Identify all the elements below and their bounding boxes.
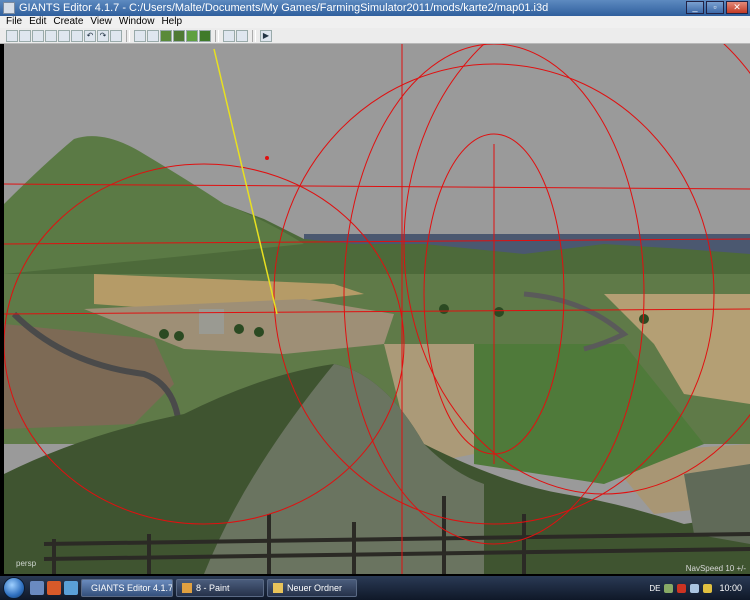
title-bar: GIANTS Editor 4.1.7 - C:/Users/Malte/Doc… — [0, 0, 750, 16]
menu-file[interactable]: File — [6, 16, 22, 28]
gizmo-point — [265, 156, 269, 160]
menu-view[interactable]: View — [90, 16, 112, 28]
select-icon[interactable] — [134, 29, 146, 42]
taskbar-item-giants-editor[interactable]: GIANTS Editor 4.1.7 ... — [81, 579, 173, 597]
task-label: GIANTS Editor 4.1.7 ... — [91, 583, 173, 593]
play-icon[interactable]: ▶ — [260, 29, 272, 42]
taskbar-item-folder[interactable]: Neuer Ordner — [267, 579, 357, 597]
scene-render — [4, 44, 750, 574]
terrain-paint-icon[interactable] — [160, 29, 172, 42]
start-button[interactable] — [3, 577, 25, 599]
toolbar-separator — [126, 29, 130, 42]
toolbar: ↶ ↷ ▶ — [0, 28, 750, 44]
camera-icon[interactable] — [236, 29, 248, 42]
redo-icon[interactable]: ↷ — [97, 29, 109, 42]
system-tray: DE 10:00 — [649, 576, 750, 600]
3d-viewport[interactable]: persp NavSpeed 10 +/- — [4, 44, 750, 574]
window-title: GIANTS Editor 4.1.7 - C:/Users/Malte/Doc… — [19, 2, 549, 14]
toolbar-separator — [215, 29, 219, 42]
show-desktop-icon[interactable] — [30, 581, 44, 595]
terrain-sculpt-icon[interactable] — [173, 29, 185, 42]
save-as-icon[interactable] — [45, 29, 57, 42]
snap-icon[interactable] — [223, 29, 235, 42]
menu-window[interactable]: Window — [119, 16, 155, 28]
maximize-button[interactable]: ▫ — [706, 1, 724, 14]
undo-icon[interactable]: ↶ — [84, 29, 96, 42]
save-icon[interactable] — [32, 29, 44, 42]
volume-icon[interactable] — [690, 583, 700, 593]
giants-app-icon — [3, 2, 15, 14]
taskbar: GIANTS Editor 4.1.7 ... 8 - Paint Neuer … — [0, 576, 750, 600]
open-file-icon[interactable] — [19, 29, 31, 42]
task-label: Neuer Ordner — [287, 583, 343, 593]
navspeed-readout: NavSpeed 10 +/- — [685, 564, 746, 573]
close-button[interactable]: ✕ — [726, 1, 748, 14]
antivirus-icon[interactable] — [677, 583, 687, 593]
task-label: 8 - Paint — [196, 583, 230, 593]
paint-icon — [182, 583, 192, 593]
language-indicator[interactable]: DE — [649, 584, 660, 593]
explorer-icon[interactable] — [64, 581, 78, 595]
tree-icon[interactable] — [199, 29, 211, 42]
clock: 10:00 — [719, 583, 742, 593]
menu-help[interactable]: Help — [161, 16, 182, 28]
toolbar-separator — [252, 29, 256, 42]
window-controls: _ ▫ ✕ — [686, 1, 748, 14]
update-icon[interactable] — [703, 583, 713, 593]
menu-bar: File Edit Create View Window Help — [0, 16, 750, 28]
export-icon[interactable] — [58, 29, 70, 42]
menu-create[interactable]: Create — [53, 16, 83, 28]
minimize-button[interactable]: _ — [686, 1, 704, 14]
camera-label: persp — [16, 559, 37, 568]
browser-icon[interactable] — [47, 581, 61, 595]
network-icon[interactable] — [664, 583, 674, 593]
new-file-icon[interactable] — [6, 29, 18, 42]
folder-icon — [273, 583, 283, 593]
foliage-icon[interactable] — [186, 29, 198, 42]
import-icon[interactable] — [71, 29, 83, 42]
taskbar-item-paint[interactable]: 8 - Paint — [176, 579, 264, 597]
refresh-icon[interactable] — [110, 29, 122, 42]
move-icon[interactable] — [147, 29, 159, 42]
menu-edit[interactable]: Edit — [29, 16, 46, 28]
